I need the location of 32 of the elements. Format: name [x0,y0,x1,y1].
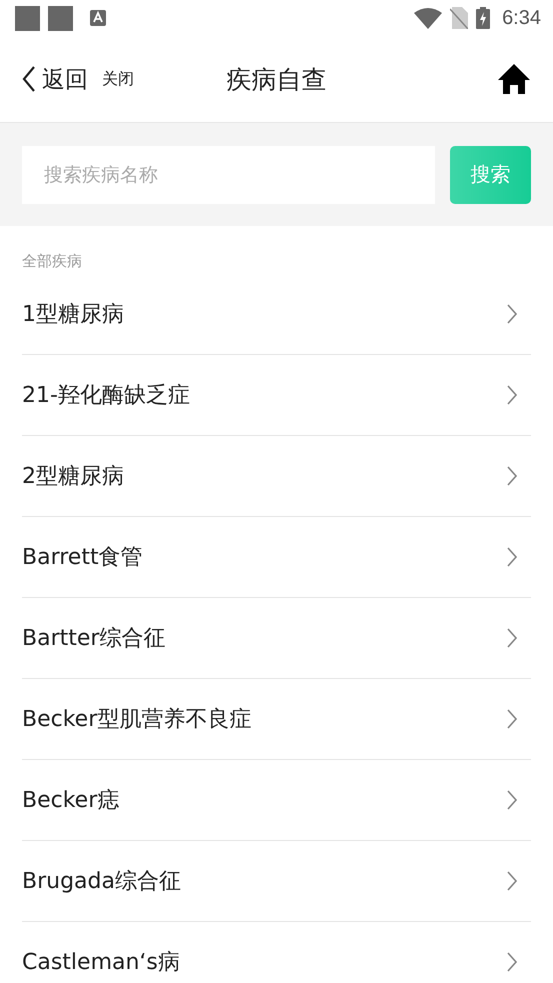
disease-item[interactable]: Becker痣 [22,760,531,841]
chevron-right-icon [507,790,517,810]
no-sim-icon [450,7,468,29]
section-label: 全部疾病 [21,251,83,272]
chevron-right-icon [507,709,517,729]
chevron-right-icon [507,952,517,972]
back-chevron-icon [22,66,36,92]
close-button[interactable]: 关闭 [102,68,134,90]
chevron-right-icon [507,466,517,486]
disease-item[interactable]: Brugada综合征 [22,841,531,922]
chevron-right-icon [507,385,517,405]
disease-item[interactable]: Castleman‘s病 [22,922,531,983]
disease-item[interactable]: 21-羟化酶缺乏症 [22,355,531,436]
disease-item[interactable]: 1型糖尿病 [22,274,531,355]
wifi-icon [414,7,442,29]
chevron-right-icon [507,871,517,891]
battery-charging-icon [476,7,490,29]
notification-icon [15,6,40,30]
search-field[interactable]: 搜索疾病名称 [22,146,435,204]
back-button[interactable]: 返回 [22,64,88,94]
notification-icon [48,6,73,30]
status-time: 6:34 [502,6,541,30]
page-title: 疾病自查 [226,64,328,96]
disease-item[interactable]: Barrett食管 [22,517,531,598]
disease-item[interactable]: Becker型肌营养不良症 [22,679,531,760]
chevron-right-icon [507,628,517,648]
home-icon[interactable] [497,63,531,95]
keyboard-icon [90,10,106,26]
disease-item[interactable]: 2型糖尿病 [22,436,531,517]
chevron-right-icon [507,304,517,324]
chevron-right-icon [507,547,517,567]
disease-item[interactable]: Bartter综合征 [22,598,531,679]
